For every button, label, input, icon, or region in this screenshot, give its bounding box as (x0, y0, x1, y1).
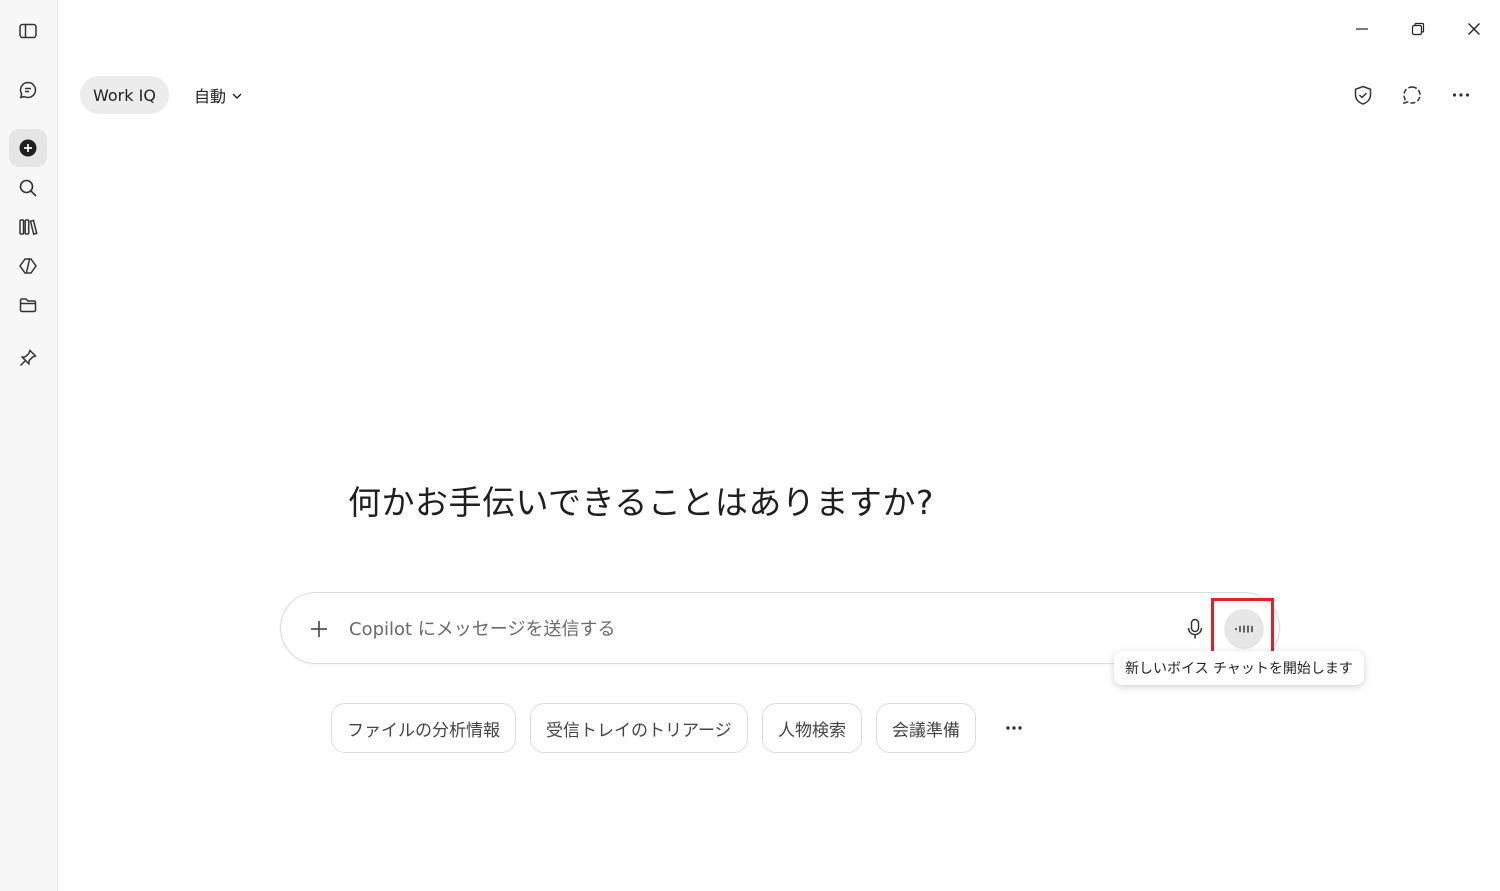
sidebar-item-search[interactable] (9, 169, 47, 207)
privacy-shield-button[interactable] (1346, 78, 1380, 112)
new-conversation-icon (1402, 86, 1421, 105)
work-iq-label: Work IQ (93, 85, 156, 105)
voice-chat-tooltip: 新しいボイス チャットを開始します (1114, 651, 1364, 685)
minimize-button[interactable] (1347, 14, 1377, 44)
sidebar (0, 0, 58, 891)
sidebar-toggle-icon (19, 23, 37, 39)
minimize-icon (1356, 28, 1368, 30)
mode-dropdown[interactable]: 自動 (186, 76, 251, 114)
pin-icon (19, 349, 37, 367)
chat-bubble-icon (19, 81, 37, 99)
copilot-app-window: Work IQ 自動 何かお手伝いできることはありますか? Copilot にメ… (0, 0, 1500, 891)
new-conversation-button[interactable] (1395, 78, 1429, 112)
suggestion-chip-file-insights[interactable]: ファイルの分析情報 (331, 703, 516, 753)
add-attachment-button[interactable] (305, 615, 333, 643)
agent-diamond-icon (19, 258, 37, 274)
suggestion-chip-people-search[interactable]: 人物検索 (762, 703, 862, 753)
sidebar-toggle-button[interactable] (9, 12, 47, 50)
more-icon (1452, 93, 1470, 97)
more-suggestions-button[interactable] (998, 712, 1030, 744)
sidebar-item-files[interactable] (9, 286, 47, 324)
plus-circle-icon (19, 139, 37, 157)
sidebar-item-new-chat[interactable] (9, 129, 47, 167)
search-icon (19, 179, 37, 197)
sidebar-item-pinned[interactable] (9, 339, 47, 377)
greeting-heading: 何かお手伝いできることはありますか? (348, 483, 934, 522)
plus-icon (311, 621, 327, 637)
sidebar-item-chat[interactable] (9, 71, 47, 109)
message-input[interactable] (349, 611, 1169, 647)
voice-waveform-icon (1235, 625, 1253, 633)
restore-icon (1411, 22, 1425, 36)
dictation-button[interactable] (1181, 615, 1209, 643)
more-options-button[interactable] (1444, 78, 1478, 112)
mode-label: 自動 (194, 87, 227, 106)
folder-icon (19, 298, 37, 313)
more-horizontal-icon (1006, 726, 1022, 730)
work-iq-toggle[interactable]: Work IQ (80, 76, 169, 114)
shield-check-icon (1354, 85, 1372, 105)
voice-chat-button[interactable] (1224, 609, 1264, 649)
chevron-down-icon (232, 93, 242, 99)
suggestion-chip-meeting-prep[interactable]: 会議準備 (876, 703, 976, 753)
sidebar-item-library[interactable] (9, 208, 47, 246)
library-icon (19, 219, 38, 236)
close-icon (1468, 23, 1480, 35)
close-window-button[interactable] (1459, 14, 1489, 44)
sidebar-item-agents[interactable] (9, 247, 47, 285)
suggestion-chip-inbox-triage[interactable]: 受信トレイのトリアージ (530, 703, 748, 753)
microphone-icon (1187, 618, 1203, 639)
restore-button[interactable] (1403, 14, 1433, 44)
